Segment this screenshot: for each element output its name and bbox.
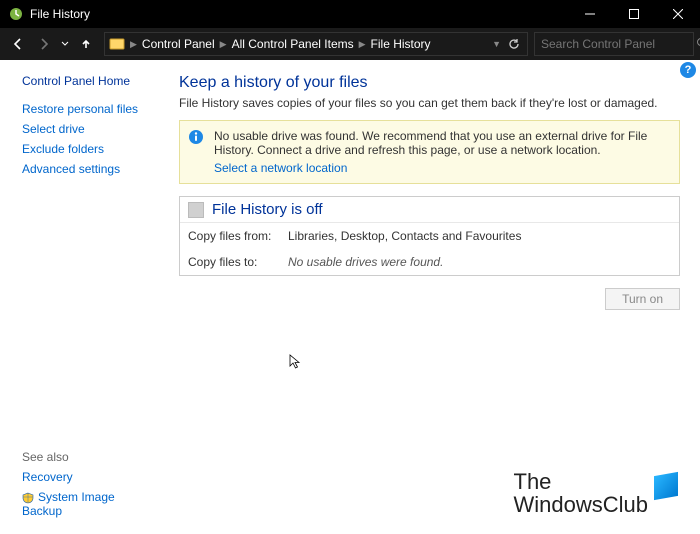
control-panel-icon xyxy=(109,36,125,52)
maximize-button[interactable] xyxy=(612,0,656,28)
titlebar: File History xyxy=(0,0,700,28)
main-panel: Keep a history of your files File Histor… xyxy=(165,60,700,534)
chevron-right-icon: ▶ xyxy=(358,39,367,50)
back-button[interactable] xyxy=(6,32,30,56)
sidebar-link-select-drive[interactable]: Select drive xyxy=(22,122,155,136)
page-heading: Keep a history of your files xyxy=(179,74,680,92)
see-also-system-image-backup-label: System Image Backup xyxy=(22,490,115,518)
status-title: File History is off xyxy=(212,201,323,218)
info-message: No usable drive was found. We recommend … xyxy=(214,129,647,157)
branding-watermark: The WindowsClub xyxy=(514,470,679,516)
info-icon xyxy=(188,129,204,145)
close-button[interactable] xyxy=(656,0,700,28)
minimize-button[interactable] xyxy=(568,0,612,28)
chevron-down-icon[interactable]: ▼ xyxy=(492,39,501,49)
chevron-right-icon: ▶ xyxy=(219,39,228,50)
chevron-right-icon: ▶ xyxy=(129,39,138,50)
sidebar-link-restore[interactable]: Restore personal files xyxy=(22,102,155,116)
up-button[interactable] xyxy=(74,32,98,56)
status-panel: File History is off Copy files from: Lib… xyxy=(179,196,680,276)
branding-line2: WindowsClub xyxy=(514,492,649,517)
branding-logo-icon xyxy=(654,472,678,500)
sidebar-link-exclude-folders[interactable]: Exclude folders xyxy=(22,142,155,156)
address-bar[interactable]: ▶ Control Panel ▶ All Control Panel Item… xyxy=(104,32,528,56)
forward-button[interactable] xyxy=(32,32,56,56)
control-panel-home-link[interactable]: Control Panel Home xyxy=(22,74,155,88)
info-banner: No usable drive was found. We recommend … xyxy=(179,120,680,184)
navigation-bar: ▶ Control Panel ▶ All Control Panel Item… xyxy=(0,28,700,60)
shield-icon xyxy=(22,492,34,504)
refresh-button[interactable] xyxy=(505,32,523,56)
window-title: File History xyxy=(30,7,568,21)
search-box[interactable] xyxy=(534,32,694,56)
search-icon[interactable] xyxy=(696,37,700,52)
see-also-recovery[interactable]: Recovery xyxy=(22,470,155,484)
select-network-location-link[interactable]: Select a network location xyxy=(214,161,347,175)
breadcrumb-item[interactable]: All Control Panel Items xyxy=(228,37,358,51)
copy-to-label: Copy files to: xyxy=(188,255,288,269)
turn-on-button[interactable]: Turn on xyxy=(605,288,680,310)
file-history-app-icon xyxy=(8,6,24,22)
sidebar-link-advanced-settings[interactable]: Advanced settings xyxy=(22,162,155,176)
page-subheading: File History saves copies of your files … xyxy=(179,96,680,110)
branding-line1: The xyxy=(514,469,552,494)
drive-icon xyxy=(188,202,204,218)
copy-from-label: Copy files from: xyxy=(188,229,288,243)
copy-to-value: No usable drives were found. xyxy=(288,255,443,269)
recent-locations-button[interactable] xyxy=(58,32,72,56)
breadcrumb-item[interactable]: Control Panel xyxy=(138,37,219,51)
content-area: Control Panel Home Restore personal file… xyxy=(0,60,700,534)
see-also-system-image-backup[interactable]: System Image Backup xyxy=(22,490,155,518)
sidebar: Control Panel Home Restore personal file… xyxy=(0,60,165,534)
copy-from-value: Libraries, Desktop, Contacts and Favouri… xyxy=(288,229,521,243)
breadcrumb-item[interactable]: File History xyxy=(367,37,435,51)
search-input[interactable] xyxy=(541,37,696,51)
see-also-label: See also xyxy=(22,450,155,464)
